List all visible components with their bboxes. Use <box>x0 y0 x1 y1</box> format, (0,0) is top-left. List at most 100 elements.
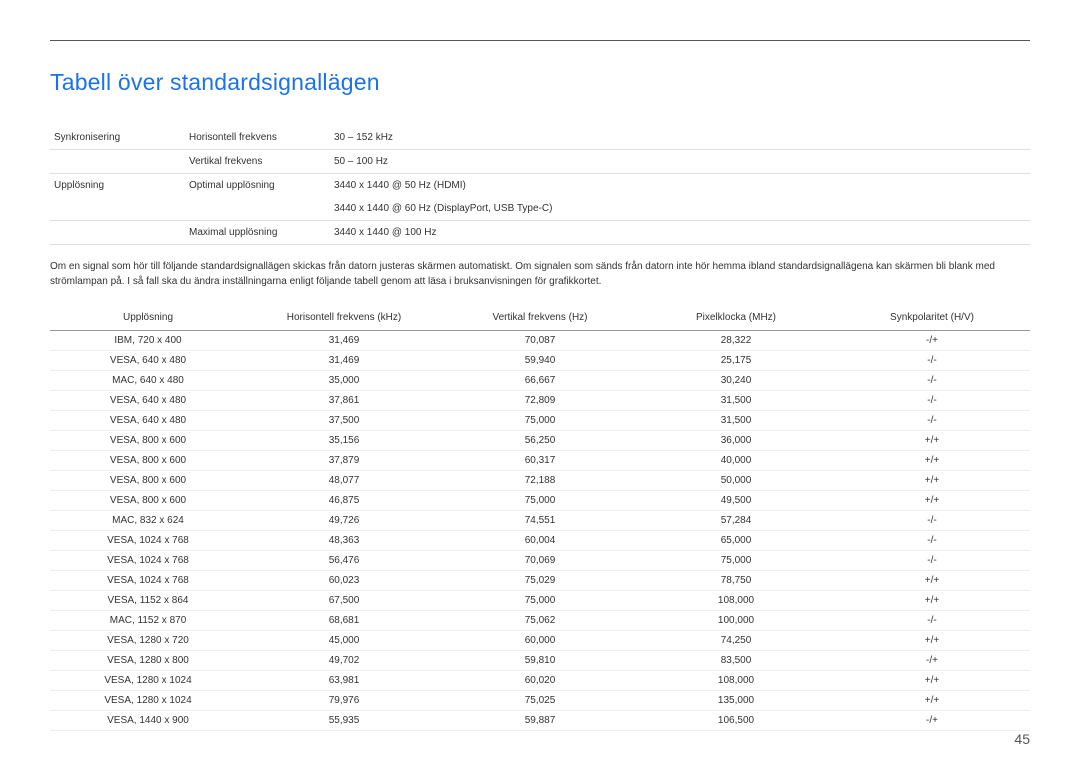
modes-cell: 67,500 <box>246 591 442 611</box>
modes-cell: +/+ <box>834 471 1030 491</box>
spec-row: Synkronisering Horisontell frekvens 30 –… <box>50 126 1030 150</box>
modes-cell: 37,879 <box>246 451 442 471</box>
modes-cell: 60,004 <box>442 531 638 551</box>
modes-cell: 72,188 <box>442 471 638 491</box>
modes-cell: 75,029 <box>442 571 638 591</box>
spec-group: Upplösning <box>50 174 185 198</box>
modes-cell: 25,175 <box>638 351 834 371</box>
modes-cell: VESA, 800 x 600 <box>50 471 246 491</box>
modes-cell: -/- <box>834 351 1030 371</box>
modes-cell: +/+ <box>834 451 1030 471</box>
modes-cell: VESA, 1280 x 1024 <box>50 691 246 711</box>
modes-header: Synkpolaritet (H/V) <box>834 305 1030 331</box>
modes-cell: 108,000 <box>638 591 834 611</box>
modes-cell: +/+ <box>834 491 1030 511</box>
spec-group <box>50 221 185 245</box>
modes-cell: VESA, 640 x 480 <box>50 351 246 371</box>
modes-cell: 49,500 <box>638 491 834 511</box>
spec-row: Vertikal frekvens 50 – 100 Hz <box>50 150 1030 174</box>
modes-row: VESA, 1280 x 80049,70259,81083,500-/+ <box>50 651 1030 671</box>
modes-cell: 75,000 <box>442 491 638 511</box>
modes-row: VESA, 1440 x 90055,93559,887106,500-/+ <box>50 711 1030 731</box>
spec-label: Optimal upplösning <box>185 174 330 198</box>
modes-cell: 63,981 <box>246 671 442 691</box>
modes-cell: 55,935 <box>246 711 442 731</box>
modes-cell: 48,363 <box>246 531 442 551</box>
modes-cell: 75,000 <box>442 411 638 431</box>
modes-cell: IBM, 720 x 400 <box>50 331 246 351</box>
modes-cell: VESA, 1024 x 768 <box>50 551 246 571</box>
spec-row: Maximal upplösning 3440 x 1440 @ 100 Hz <box>50 221 1030 245</box>
modes-row: VESA, 800 x 60035,15656,25036,000+/+ <box>50 431 1030 451</box>
modes-cell: -/+ <box>834 331 1030 351</box>
modes-cell: -/- <box>834 551 1030 571</box>
modes-row: IBM, 720 x 40031,46970,08728,322-/+ <box>50 331 1030 351</box>
modes-row: VESA, 1152 x 86467,50075,000108,000+/+ <box>50 591 1030 611</box>
modes-row: MAC, 832 x 62449,72674,55157,284-/- <box>50 511 1030 531</box>
spec-row: Upplösning Optimal upplösning 3440 x 144… <box>50 174 1030 198</box>
modes-cell: 37,861 <box>246 391 442 411</box>
spec-value: 3440 x 1440 @ 50 Hz (HDMI) <box>330 174 1030 198</box>
modes-cell: 28,322 <box>638 331 834 351</box>
modes-cell: VESA, 1280 x 800 <box>50 651 246 671</box>
modes-cell: MAC, 1152 x 870 <box>50 611 246 631</box>
modes-cell: 60,000 <box>442 631 638 651</box>
modes-row: VESA, 640 x 48037,86172,80931,500-/- <box>50 391 1030 411</box>
modes-cell: +/+ <box>834 571 1030 591</box>
modes-cell: 57,284 <box>638 511 834 531</box>
modes-cell: -/+ <box>834 651 1030 671</box>
modes-cell: 59,940 <box>442 351 638 371</box>
top-divider <box>50 40 1030 41</box>
spec-value: 3440 x 1440 @ 60 Hz (DisplayPort, USB Ty… <box>330 197 1030 221</box>
spec-value: 50 – 100 Hz <box>330 150 1030 174</box>
modes-cell: -/+ <box>834 711 1030 731</box>
modes-cell: 50,000 <box>638 471 834 491</box>
modes-cell: 35,156 <box>246 431 442 451</box>
modes-cell: 65,000 <box>638 531 834 551</box>
modes-cell: +/+ <box>834 591 1030 611</box>
modes-cell: VESA, 1280 x 720 <box>50 631 246 651</box>
spec-value: 3440 x 1440 @ 100 Hz <box>330 221 1030 245</box>
modes-row: MAC, 640 x 48035,00066,66730,240-/- <box>50 371 1030 391</box>
spec-label: Maximal upplösning <box>185 221 330 245</box>
modes-cell: 60,317 <box>442 451 638 471</box>
modes-cell: +/+ <box>834 631 1030 651</box>
modes-cell: 31,469 <box>246 351 442 371</box>
modes-cell: 59,887 <box>442 711 638 731</box>
spec-label <box>185 197 330 221</box>
modes-cell: MAC, 640 x 480 <box>50 371 246 391</box>
modes-header: Vertikal frekvens (Hz) <box>442 305 638 331</box>
spec-value: 30 – 152 kHz <box>330 126 1030 150</box>
modes-row: VESA, 1280 x 102479,97675,025135,000+/+ <box>50 691 1030 711</box>
modes-cell: 60,020 <box>442 671 638 691</box>
modes-cell: 31,500 <box>638 391 834 411</box>
modes-cell: 70,087 <box>442 331 638 351</box>
page-number: 45 <box>1014 731 1030 747</box>
modes-cell: 74,551 <box>442 511 638 531</box>
modes-cell: 70,069 <box>442 551 638 571</box>
modes-cell: 60,023 <box>246 571 442 591</box>
spec-table: Synkronisering Horisontell frekvens 30 –… <box>50 126 1030 245</box>
modes-row: VESA, 800 x 60048,07772,18850,000+/+ <box>50 471 1030 491</box>
modes-cell: VESA, 800 x 600 <box>50 451 246 471</box>
modes-cell: +/+ <box>834 431 1030 451</box>
modes-cell: 30,240 <box>638 371 834 391</box>
modes-header: Upplösning <box>50 305 246 331</box>
modes-row: VESA, 1024 x 76856,47670,06975,000-/- <box>50 551 1030 571</box>
modes-cell: 56,476 <box>246 551 442 571</box>
modes-cell: +/+ <box>834 671 1030 691</box>
modes-cell: 72,809 <box>442 391 638 411</box>
modes-cell: 108,000 <box>638 671 834 691</box>
modes-row: VESA, 1280 x 72045,00060,00074,250+/+ <box>50 631 1030 651</box>
modes-row: VESA, 1024 x 76860,02375,02978,750+/+ <box>50 571 1030 591</box>
modes-cell: 74,250 <box>638 631 834 651</box>
modes-cell: 35,000 <box>246 371 442 391</box>
modes-cell: 37,500 <box>246 411 442 431</box>
modes-cell: 135,000 <box>638 691 834 711</box>
modes-cell: 100,000 <box>638 611 834 631</box>
modes-cell: VESA, 640 x 480 <box>50 411 246 431</box>
modes-row: VESA, 1024 x 76848,36360,00465,000-/- <box>50 531 1030 551</box>
modes-row: MAC, 1152 x 87068,68175,062100,000-/- <box>50 611 1030 631</box>
modes-cell: 46,875 <box>246 491 442 511</box>
modes-cell: VESA, 1024 x 768 <box>50 571 246 591</box>
